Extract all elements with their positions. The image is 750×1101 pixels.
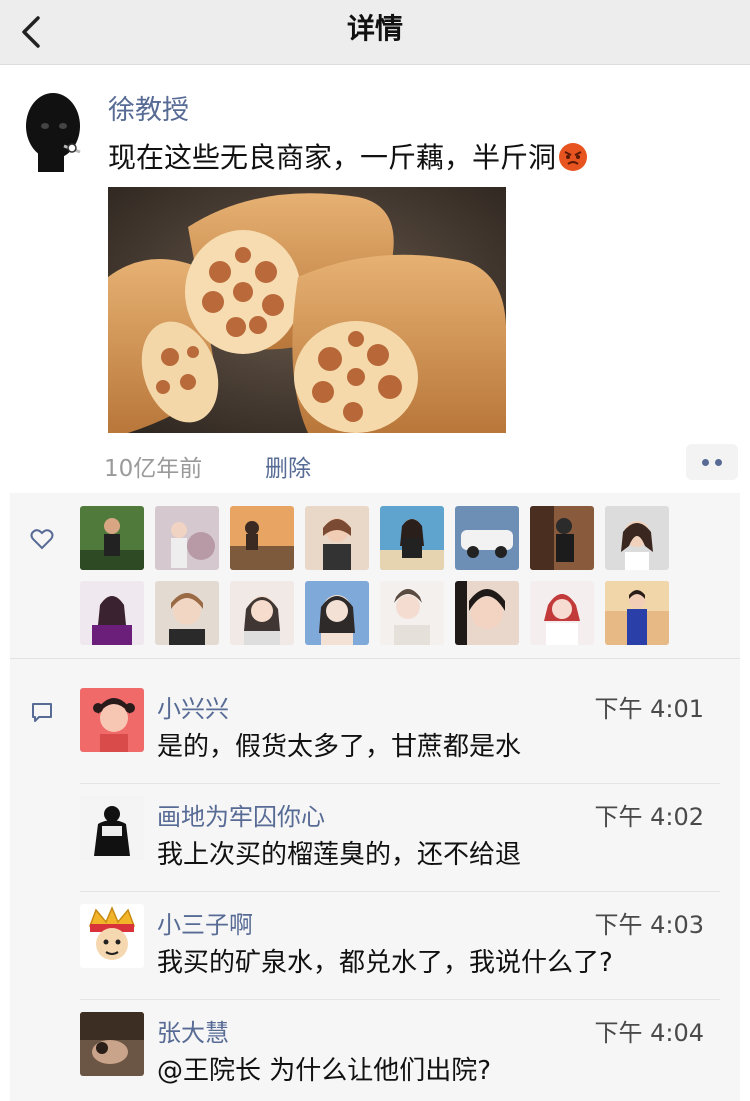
more-dot-icon	[715, 459, 722, 466]
like-avatar[interactable]	[230, 581, 294, 645]
page-title: 详情	[346, 12, 403, 45]
comment-author[interactable]: 小三子啊	[157, 905, 253, 940]
delete-link[interactable]: 删除	[265, 449, 311, 483]
like-avatar[interactable]	[230, 506, 294, 570]
like-avatar[interactable]	[80, 581, 144, 645]
like-avatar[interactable]	[80, 506, 144, 570]
post-text-content: 现在这些无良商家，一斤藕，半斤洞	[108, 141, 557, 174]
commenter-avatar[interactable]	[80, 796, 144, 860]
comment-divider	[80, 783, 720, 784]
commenter-avatar[interactable]	[80, 688, 144, 752]
author-name[interactable]: 徐教授	[108, 88, 189, 127]
comment-author[interactable]: 张大慧	[157, 1013, 229, 1048]
comment-divider	[80, 891, 720, 892]
comment-time: 下午 4:02	[594, 803, 704, 831]
comment-time: 下午 4:03	[594, 911, 704, 939]
like-avatar[interactable]	[380, 581, 444, 645]
post-text: 现在这些无良商家，一斤藕，半斤洞	[108, 136, 588, 176]
like-avatar[interactable]	[605, 506, 669, 570]
comment-text[interactable]: 我上次买的榴莲臭的，还不给退	[157, 834, 521, 871]
comment-author[interactable]: 小兴兴	[157, 689, 229, 724]
comment-author[interactable]: 画地为牢囚你心	[157, 797, 325, 832]
comment-time: 下午 4:04	[594, 1019, 704, 1047]
like-avatar[interactable]	[455, 506, 519, 570]
like-avatar[interactable]	[305, 581, 369, 645]
comment-icon	[32, 703, 52, 722]
commenter-avatar[interactable]	[80, 1012, 144, 1076]
navigation-bar: 详情	[0, 0, 750, 65]
like-avatar[interactable]	[530, 506, 594, 570]
comment-divider	[80, 999, 720, 1000]
likes-divider	[10, 658, 740, 659]
like-avatar[interactable]	[155, 506, 219, 570]
commenter-avatar[interactable]	[80, 904, 144, 968]
angry-face-icon	[559, 143, 588, 171]
like-avatar[interactable]	[455, 581, 519, 645]
comment-time: 下午 4:01	[594, 695, 704, 723]
comment-text[interactable]: 是的，假货太多了，甘蔗都是水	[157, 726, 521, 763]
more-options-button[interactable]	[686, 444, 738, 480]
more-dot-icon	[702, 459, 709, 466]
author-avatar[interactable]	[22, 90, 84, 172]
like-avatar[interactable]	[305, 506, 369, 570]
comment-text[interactable]: 我买的矿泉水，都兑水了，我说什么了?	[157, 942, 613, 979]
like-avatar[interactable]	[380, 506, 444, 570]
lotus-root-photo[interactable]	[108, 187, 506, 433]
like-avatar[interactable]	[530, 581, 594, 645]
comment-text[interactable]: @王院长 为什么让他们出院?	[157, 1050, 491, 1087]
like-avatar[interactable]	[155, 581, 219, 645]
like-avatar[interactable]	[605, 581, 669, 645]
heart-icon	[30, 529, 54, 550]
post-timestamp: 10亿年前	[104, 456, 203, 482]
